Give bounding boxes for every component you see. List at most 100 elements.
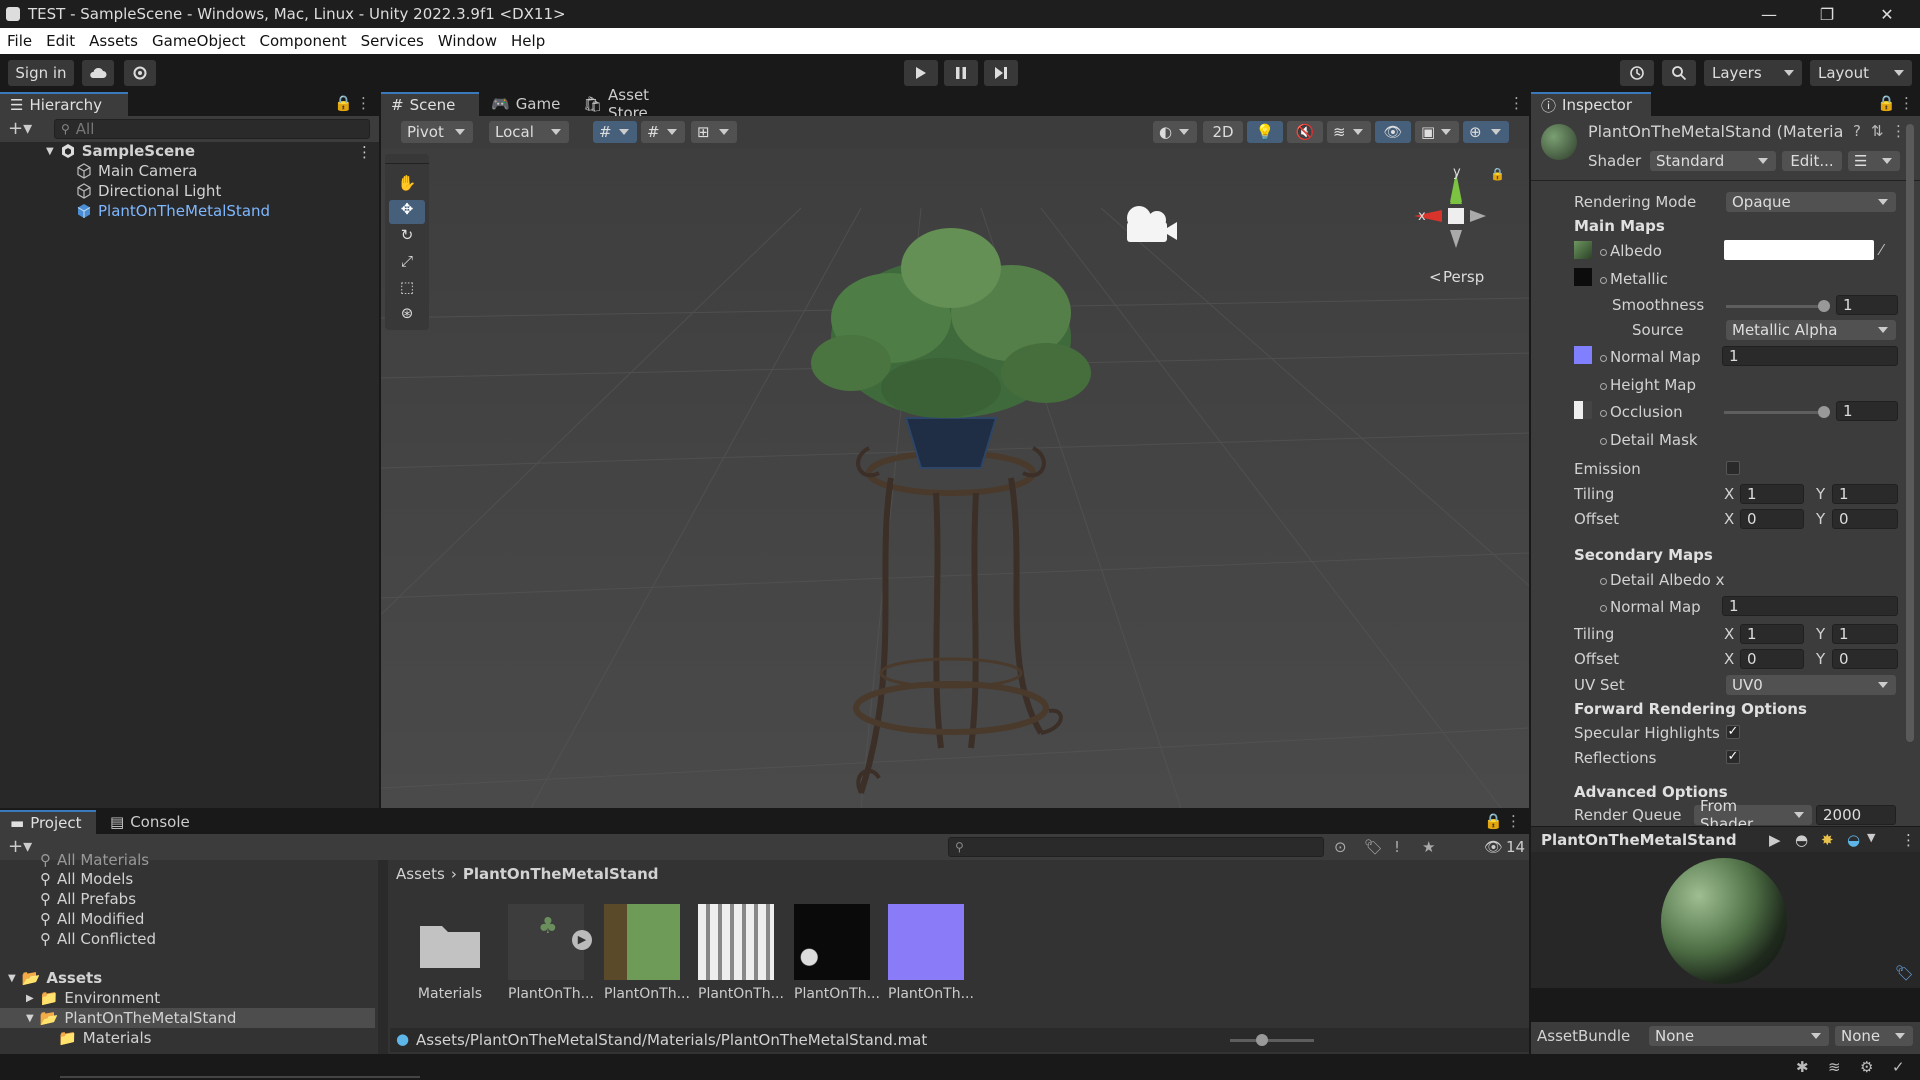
normal-map-scale-field[interactable]: 1	[1722, 346, 1898, 366]
grid-visibility-toggle[interactable]: #	[641, 121, 685, 143]
hand-tool-icon[interactable]: ✋	[389, 174, 425, 198]
texture-picker-icon[interactable]	[1600, 277, 1607, 284]
tiling2-x-field[interactable]: 1	[1740, 624, 1804, 644]
help-icon[interactable]: ?	[1853, 122, 1861, 140]
render-queue-source-dropdown[interactable]: From Shader	[1694, 797, 1812, 833]
increment-snap-toggle[interactable]: ⊞	[691, 121, 737, 143]
grid-snap-toggle[interactable]: #	[593, 121, 637, 143]
hierarchy-item-main-camera[interactable]: Main Camera	[76, 161, 197, 181]
menu-help[interactable]: Help	[504, 32, 552, 50]
favorite-all-modified[interactable]: ⚲ All Modified	[40, 909, 144, 929]
assetbundle-dropdown[interactable]: None	[1649, 1026, 1829, 1046]
warning-icon[interactable]: !	[1394, 838, 1400, 856]
step-button[interactable]	[984, 60, 1018, 86]
check-circle-icon[interactable]: ✓	[1892, 1058, 1905, 1076]
scene-root-item[interactable]: ▼ SampleScene	[46, 141, 195, 161]
layers-dropdown[interactable]: Layers	[1704, 60, 1802, 86]
favorite-all-models[interactable]: ⚲ All Models	[40, 869, 133, 889]
preview-sphere-icon[interactable]: ◒	[1847, 831, 1860, 849]
tab-game[interactable]: 🎮 Game	[481, 92, 567, 116]
occlusion-texture-slot[interactable]	[1574, 401, 1592, 419]
hidden-packages-icon[interactable]: 👁	[1484, 838, 1503, 856]
label-tag-icon[interactable]: 🏷	[1895, 964, 1914, 982]
texture-picker-icon[interactable]	[1600, 249, 1607, 256]
preview-shape-icon[interactable]: ◓	[1795, 831, 1808, 849]
preview-light-icon[interactable]: ✸	[1821, 831, 1834, 849]
search-button[interactable]	[1662, 60, 1696, 86]
breadcrumb-current[interactable]: PlantOnTheMetalStand	[463, 865, 659, 883]
pause-button[interactable]	[944, 60, 978, 86]
lock-icon[interactable]: 🔒	[1484, 812, 1503, 830]
folder-tree-scrollbar[interactable]	[378, 860, 388, 1054]
close-button[interactable]: ✕	[1858, 0, 1916, 28]
gizmos-dropdown[interactable]: ⊕	[1463, 121, 1509, 143]
smoothness-field[interactable]: 1	[1836, 295, 1898, 315]
effects-dropdown[interactable]: ≋	[1327, 121, 1371, 143]
play-button[interactable]	[904, 60, 938, 86]
local-dropdown[interactable]: Local	[489, 121, 569, 143]
asset-texture-normal[interactable]: PlantOnTh...	[888, 904, 974, 1002]
kebab-menu-icon[interactable]: ⋮	[356, 94, 371, 112]
shader-dropdown[interactable]: Standard	[1650, 151, 1776, 171]
rotate-tool-icon[interactable]: ↻	[389, 226, 425, 250]
favorite-all-materials[interactable]: ⚲ All Materials	[40, 850, 149, 870]
albedo-color-field[interactable]	[1724, 240, 1874, 260]
icon-size-slider[interactable]	[1230, 1039, 1314, 1042]
eyedropper-icon[interactable]: ⁄	[1880, 241, 1883, 259]
overlay-drag-handle[interactable]	[385, 154, 429, 164]
texture-picker-icon[interactable]	[1600, 605, 1607, 612]
chevron-down-icon[interactable]: ▼	[1867, 831, 1875, 844]
search-by-type-icon[interactable]: ⊙	[1334, 838, 1347, 856]
lighting-toggle[interactable]: 💡	[1247, 121, 1283, 143]
offset2-x-field[interactable]: 0	[1740, 649, 1804, 669]
favorite-all-conflicted[interactable]: ⚲ All Conflicted	[40, 929, 156, 949]
rect-tool-icon[interactable]: ⬚	[389, 278, 425, 302]
albedo-texture-slot[interactable]	[1574, 241, 1592, 259]
smoothness-slider[interactable]	[1726, 305, 1826, 308]
secondary-normal-map-field[interactable]: 1	[1722, 596, 1898, 616]
transform-tool-icon[interactable]: ⊛	[389, 304, 425, 328]
source-dropdown[interactable]: Metallic Alpha	[1726, 320, 1896, 340]
inspector-scrollbar[interactable]	[1906, 124, 1914, 742]
kebab-menu-icon[interactable]: ⋮	[1506, 812, 1521, 830]
menu-component[interactable]: Component	[253, 32, 354, 50]
smoothness-slider-knob[interactable]	[1818, 300, 1830, 312]
specular-highlights-checkbox[interactable]: ✓	[1726, 725, 1740, 739]
material-preview-area[interactable]: 🏷	[1531, 852, 1920, 988]
texture-picker-icon[interactable]	[1600, 410, 1607, 417]
kebab-menu-icon[interactable]: ⋮	[1901, 831, 1916, 849]
tiling-x-field[interactable]: 1	[1740, 484, 1804, 504]
tab-console[interactable]: ▤ Console	[100, 810, 200, 834]
menu-edit[interactable]: Edit	[39, 32, 82, 50]
rendering-mode-dropdown[interactable]: Opaque	[1726, 192, 1896, 212]
metallic-texture-slot[interactable]	[1574, 268, 1592, 286]
persp-label[interactable]: Persp	[1443, 268, 1484, 286]
favorite-star-icon[interactable]: ★	[1422, 838, 1435, 856]
camera-settings-dropdown[interactable]: ▣	[1415, 121, 1459, 143]
tab-project[interactable]: ▬ Project	[0, 810, 96, 834]
tree-materials[interactable]: 📁 Materials	[58, 1028, 151, 1048]
tab-hierarchy[interactable]: ☰ Hierarchy	[0, 92, 128, 116]
offset2-y-field[interactable]: 0	[1832, 649, 1898, 669]
pivot-dropdown[interactable]: Pivot	[401, 121, 473, 143]
scale-tool-icon[interactable]: ⤢	[389, 252, 425, 276]
add-icon[interactable]: +▾	[8, 836, 32, 857]
scene-viewport[interactable]: y x 🔒 < Persp	[381, 148, 1529, 808]
undo-history-button[interactable]	[1620, 60, 1654, 86]
tab-asset-store[interactable]: 🛍 Asset Store	[573, 86, 693, 122]
gizmo-lock-icon[interactable]: 🔒	[1490, 167, 1505, 181]
expand-play-icon[interactable]: ▶	[572, 930, 592, 950]
hierarchy-search-input[interactable]: ⚲ All	[54, 119, 370, 139]
tree-assets[interactable]: ▼ 📂 Assets	[8, 968, 102, 988]
menu-services[interactable]: Services	[354, 32, 431, 50]
minimize-button[interactable]: —	[1740, 0, 1798, 28]
icon-size-slider-knob[interactable]	[1256, 1034, 1268, 1046]
hierarchy-item-plant[interactable]: PlantOnTheMetalStand	[76, 201, 270, 221]
asset-texture-occlusion[interactable]: PlantOnTh...	[794, 904, 880, 1002]
cloud-button[interactable]	[82, 60, 114, 86]
lock-icon[interactable]: 🔒	[334, 94, 353, 112]
tab-scene[interactable]: # Scene	[381, 92, 479, 116]
texture-picker-icon[interactable]	[1600, 438, 1607, 445]
project-search-input[interactable]: ⚲	[948, 837, 1324, 857]
bug-icon[interactable]: ✱	[1796, 1058, 1809, 1076]
